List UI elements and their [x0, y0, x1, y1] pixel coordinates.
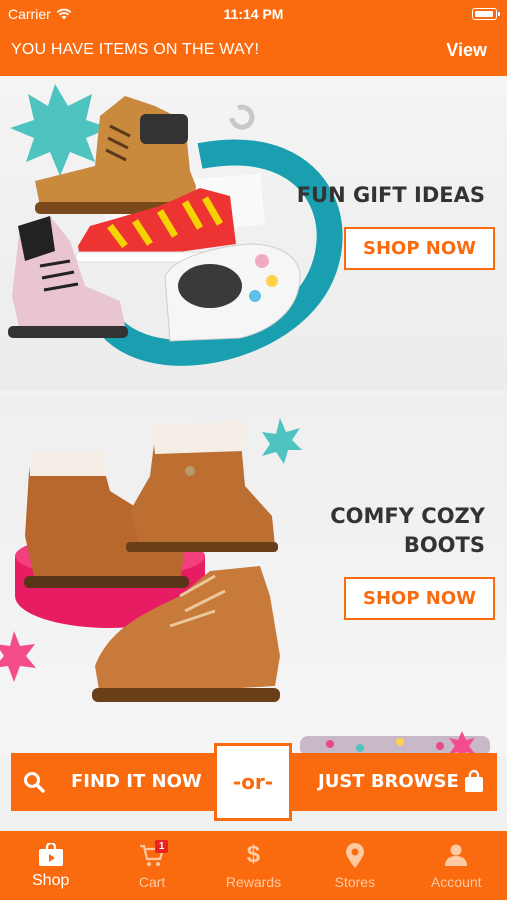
tab-account[interactable]: Account	[406, 831, 507, 900]
tab-shop-label: Shop	[32, 872, 70, 889]
battery-icon	[472, 8, 500, 20]
shop-now-button[interactable]: SHOP NOW	[344, 227, 495, 270]
cozy-boots-banner[interactable]: COMFY COZY BOOTS SHOP NOW	[0, 396, 507, 756]
tab-rewards[interactable]: $ Rewards	[203, 831, 304, 900]
shop-now-button[interactable]: SHOP NOW	[344, 577, 495, 620]
cozy-boots-heading-line-2: BOOTS	[403, 533, 485, 557]
top-bar: Carrier 11:14 PM YOU HAVE ITEMS ON THE W…	[0, 0, 507, 76]
tab-cart[interactable]: 1 Cart	[101, 831, 202, 900]
or-divider: -or-	[214, 743, 292, 821]
promo-message: YOU HAVE ITEMS ON THE WAY!	[11, 41, 260, 58]
tab-shop[interactable]: Shop	[0, 831, 101, 900]
just-browse-button[interactable]: JUST BROWSE	[292, 753, 497, 811]
tab-cart-label: Cart	[138, 874, 166, 890]
view-order-link[interactable]: View	[446, 40, 487, 61]
shopping-bag-icon	[38, 843, 63, 866]
tab-bar: Shop 1 Cart $ Rewards Stores Account	[0, 831, 507, 900]
find-it-now-button[interactable]: FIND IT NOW	[11, 753, 217, 811]
search-icon	[24, 772, 45, 793]
find-it-now-label: FIND IT NOW	[71, 771, 202, 792]
tab-account-label: Account	[430, 874, 482, 890]
gift-ideas-heading: FUN GIFT IDEAS	[297, 181, 485, 210]
tab-rewards-label: Rewards	[225, 874, 282, 890]
status-bar: Carrier 11:14 PM	[0, 0, 507, 28]
clock: 11:14 PM	[223, 6, 284, 22]
cozy-boots-image	[0, 418, 490, 756]
cozy-boots-heading: COMFY COZY BOOTS	[330, 502, 485, 560]
gift-ideas-banner[interactable]: FUN GIFT IDEAS SHOP NOW	[0, 76, 507, 390]
just-browse-label: JUST BROWSE	[318, 771, 459, 792]
gift-ideas-heading-line: FUN GIFT IDEAS	[296, 183, 485, 207]
tab-stores-label: Stores	[334, 874, 376, 890]
find-or-browse-bar: FIND IT NOW -or- JUST BROWSE	[11, 743, 497, 821]
shopping-bag-icon	[465, 769, 483, 792]
cart-count-badge: 1	[155, 840, 169, 853]
dollar-icon: $	[246, 841, 261, 868]
map-pin-icon	[345, 843, 364, 868]
person-icon	[445, 844, 468, 866]
tab-stores[interactable]: Stores	[304, 831, 405, 900]
cozy-boots-heading-line-1: COMFY COZY	[330, 504, 485, 528]
